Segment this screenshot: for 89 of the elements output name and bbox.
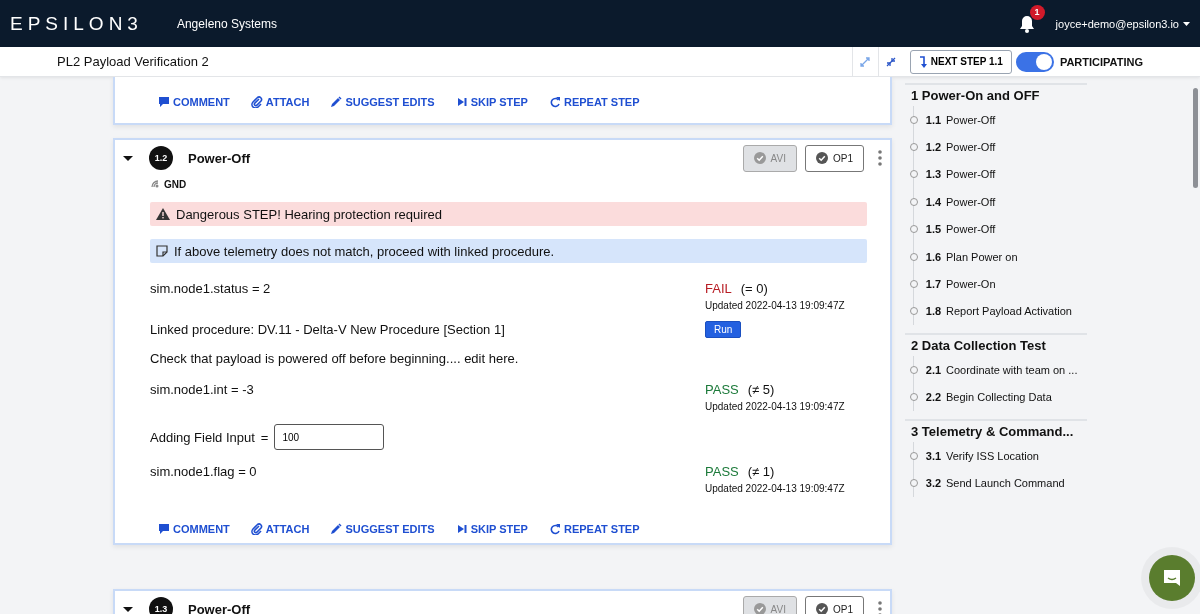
outline-step[interactable]: 3.2 Send Launch Command	[910, 469, 1065, 497]
telemetry-expression: sim.node1.int = -3	[150, 382, 254, 399]
section-title: 2 Data Collection Test	[911, 338, 1047, 354]
action-link[interactable]: COMMENT	[158, 523, 230, 535]
telemetry-rule: (= 0)	[740, 281, 768, 296]
update-time: Updated 2022-04-13 19:09:47Z	[705, 300, 846, 311]
update-time: Updated 2022-04-13 19:09:47Z	[705, 401, 846, 412]
skip-forward-icon	[455, 523, 468, 535]
next-step-button[interactable]: NEXT STEP 1.1	[909, 49, 1012, 74]
chat-icon	[1162, 568, 1182, 588]
redo-icon	[548, 523, 561, 535]
outline-step[interactable]: 1.5 Power-Off	[910, 215, 996, 243]
outline-step[interactable]: 1.3 Power-Off	[910, 160, 996, 189]
more-icon[interactable]	[878, 150, 882, 166]
skip-forward-icon	[455, 96, 468, 108]
outline-step[interactable]: 2.2 Begin Collecting Data	[910, 383, 1052, 411]
check-circle-icon	[753, 152, 766, 164]
outline-step[interactable]: 3.1 Verify ISS Location	[910, 441, 1039, 470]
bell-icon[interactable]	[1017, 13, 1036, 34]
section-title: 1 Power-On and OFF	[911, 88, 1041, 103]
equals-sign: =	[260, 429, 269, 445]
action-link[interactable]: REPEAT STEP	[548, 96, 640, 108]
paperclip-icon	[250, 96, 263, 108]
run-button[interactable]: Run	[705, 321, 742, 338]
logo: EPSILON3	[10, 12, 143, 35]
caret-icon[interactable]	[123, 153, 133, 163]
collapse-icon	[886, 56, 897, 67]
outline-step[interactable]: 1.2 Power-Off	[910, 133, 996, 161]
note-text: If above telemetry does not match, proceed with linked procedure.	[174, 243, 555, 259]
field-label: Adding Field Input	[150, 429, 255, 445]
comment-icon	[158, 523, 170, 535]
outline-step[interactable]: 1.1 Power-Off	[910, 106, 996, 134]
outline-step[interactable]: 1.6 Plan Power on	[910, 242, 1018, 271]
notification-count: 1	[1029, 4, 1045, 20]
signoff-button[interactable]: OP1	[805, 595, 864, 614]
telemetry-status: PASS	[705, 464, 739, 479]
telemetry-rule: (≠ 1)	[747, 464, 775, 479]
input-field[interactable]: 100	[274, 424, 385, 450]
check-circle-icon	[753, 603, 766, 614]
redo-icon	[548, 96, 561, 108]
telemetry-status: PASS	[705, 382, 739, 397]
step-number: 1.2	[149, 146, 173, 170]
update-time: Updated 2022-04-13 19:09:47Z	[705, 483, 846, 494]
linked-procedure-text: Linked procedure: DV.11 - Delta-V New Procedure [Section 1]	[150, 322, 505, 337]
user-menu[interactable]: joyce+demo@epsilon3.io	[1055, 17, 1190, 30]
comment-icon	[158, 96, 170, 108]
telemetry-expression: sim.node1.flag = 0	[150, 464, 257, 481]
action-link[interactable]: SKIP STEP	[455, 96, 528, 108]
pencil-icon	[330, 523, 343, 535]
participating-toggle[interactable]	[1015, 51, 1054, 72]
telemetry-expression: sim.node1.status = 2	[150, 281, 271, 298]
scrollbar[interactable]	[1193, 88, 1198, 188]
signal-icon	[150, 179, 160, 189]
step-title: Power-Off	[188, 150, 251, 166]
caret-icon[interactable]	[123, 604, 133, 614]
action-link[interactable]: REPEAT STEP	[548, 523, 640, 535]
chat-button[interactable]	[1149, 555, 1195, 601]
outline-step[interactable]: 1.8 Report Payload Activation	[910, 297, 1072, 326]
check-circle-icon	[816, 603, 828, 614]
action-link[interactable]: COMMENT	[158, 96, 230, 108]
action-link[interactable]: ATTACH	[250, 523, 310, 535]
paperclip-icon	[250, 523, 263, 535]
outline-step[interactable]: 2.1 Coordinate with team on ...	[910, 356, 1078, 384]
telemetry-status: FAIL	[705, 281, 732, 296]
warning-icon	[156, 208, 170, 220]
instruction-text: Check that payload is powered off before beginning.... edit here.	[150, 351, 520, 366]
action-link[interactable]: SUGGEST EDITS	[330, 96, 435, 108]
more-icon[interactable]	[878, 601, 882, 614]
toggle-label: PARTICIPATING	[1059, 55, 1143, 68]
outline-step[interactable]: 1.7 Power-On	[910, 270, 996, 298]
telemetry-rule: (≠ 5)	[747, 382, 775, 397]
action-link[interactable]: ATTACH	[250, 96, 310, 108]
expand-icon	[860, 56, 871, 67]
note-icon	[156, 245, 168, 257]
organization-name: Angeleno Systems	[176, 16, 277, 31]
action-link[interactable]: SUGGEST EDITS	[330, 523, 435, 535]
tag-label: GND	[164, 178, 187, 190]
pencil-icon	[330, 96, 343, 108]
arrow-down-icon	[918, 55, 927, 68]
outline-step[interactable]: 1.4 Power-Off	[910, 188, 996, 216]
section-title: 3 Telemetry & Command...	[911, 423, 1075, 439]
step-title: Power-Off	[188, 601, 251, 614]
procedure-title: PL2 Payload Verification 2	[57, 54, 209, 69]
check-circle-icon	[816, 152, 828, 164]
caret-icon	[1183, 21, 1190, 26]
action-link[interactable]: SKIP STEP	[455, 523, 528, 535]
step-number: 1.3	[149, 597, 173, 614]
warning-text: Dangerous STEP! Hearing protection required	[176, 206, 442, 222]
signoff-button[interactable]: OP1	[805, 144, 864, 172]
